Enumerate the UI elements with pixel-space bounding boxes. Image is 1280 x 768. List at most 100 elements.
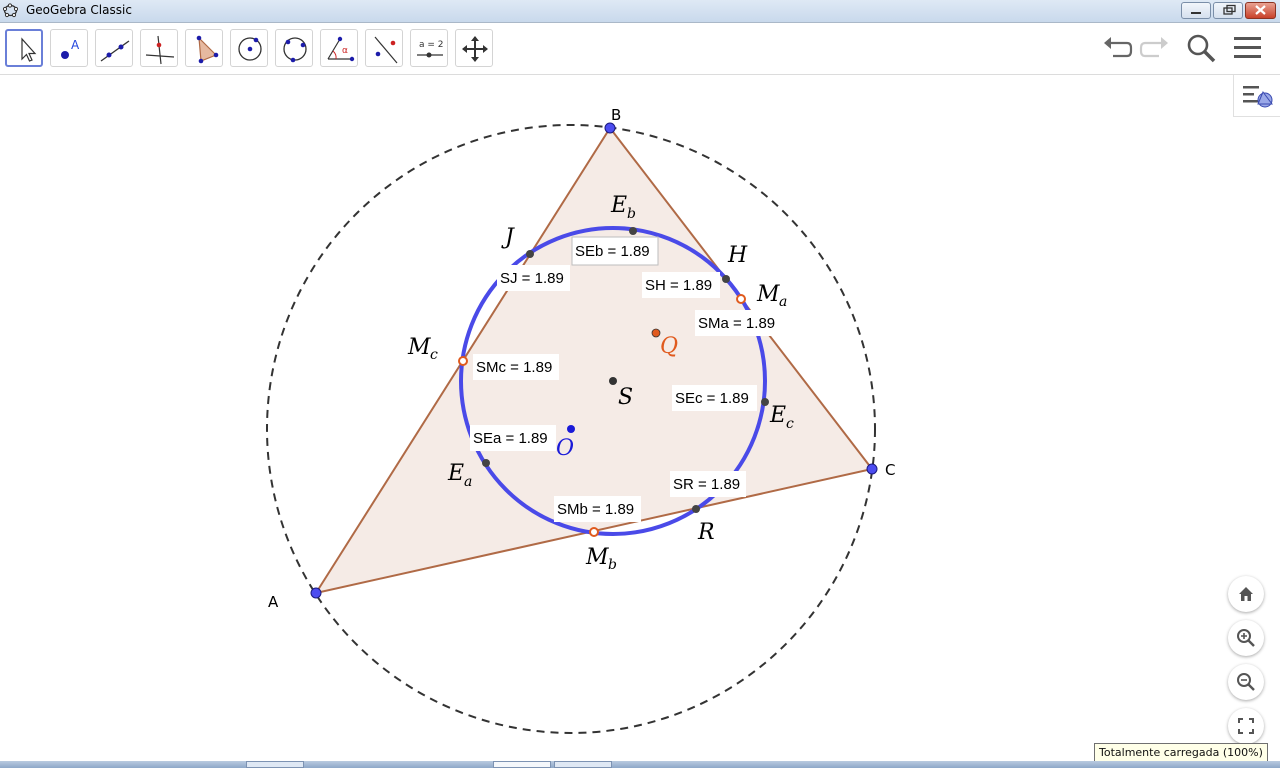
point-Q[interactable] bbox=[651, 328, 661, 338]
zoom-in-icon bbox=[1237, 629, 1255, 647]
label-SMb: SMb = 1.89 bbox=[554, 496, 641, 522]
label-A: A bbox=[268, 593, 279, 611]
label-Mb: M b bbox=[585, 545, 617, 573]
geogebra-app-icon bbox=[3, 3, 18, 18]
label-SEa: SEa = 1.89 bbox=[470, 425, 556, 451]
home-button[interactable] bbox=[1228, 576, 1264, 612]
point-tool[interactable]: A bbox=[50, 29, 88, 67]
redo-icon[interactable] bbox=[1139, 33, 1171, 63]
label-SMa: SMa = 1.89 bbox=[695, 310, 783, 336]
style-bar-toggle[interactable] bbox=[1233, 75, 1280, 117]
svg-text:a: a bbox=[779, 294, 787, 310]
triangle-abc[interactable] bbox=[313, 126, 874, 595]
svg-text:c: c bbox=[786, 416, 794, 432]
svg-text:SEa = 1.89: SEa = 1.89 bbox=[473, 430, 548, 447]
point-O[interactable] bbox=[567, 425, 575, 433]
svg-text:c: c bbox=[430, 347, 438, 363]
perpendicular-tool[interactable] bbox=[140, 29, 178, 67]
close-icon bbox=[1255, 5, 1266, 15]
label-O: O bbox=[556, 436, 574, 461]
line-icon bbox=[100, 40, 130, 62]
point-Ec[interactable] bbox=[761, 398, 769, 406]
slider-tool[interactable]: a = 2 bbox=[410, 29, 448, 67]
fullscreen-button[interactable] bbox=[1228, 708, 1264, 744]
point-Mb[interactable] bbox=[589, 527, 599, 537]
label-S: S bbox=[618, 385, 633, 410]
move-tool[interactable] bbox=[5, 29, 43, 67]
svg-text:a = 2: a = 2 bbox=[419, 40, 444, 50]
svg-text:SMa = 1.89: SMa = 1.89 bbox=[698, 315, 775, 332]
os-taskbar bbox=[0, 761, 1280, 768]
title-bar: GeoGebra Classic bbox=[0, 0, 1280, 23]
undo-icon[interactable] bbox=[1101, 33, 1133, 63]
svg-text:SMb = 1.89: SMb = 1.89 bbox=[557, 501, 634, 518]
svg-text:SEc = 1.89: SEc = 1.89 bbox=[675, 390, 749, 407]
angle-tool[interactable]: α bbox=[320, 29, 358, 67]
minimize-icon bbox=[1191, 12, 1201, 14]
arrow-cursor-icon bbox=[21, 37, 37, 62]
point-H[interactable] bbox=[722, 275, 730, 283]
fullscreen-icon bbox=[1238, 718, 1254, 734]
svg-text:SR = 1.89: SR = 1.89 bbox=[673, 476, 740, 493]
svg-text:α: α bbox=[342, 46, 348, 56]
svg-text:SJ = 1.89: SJ = 1.89 bbox=[500, 270, 564, 287]
circle-icon bbox=[238, 37, 262, 61]
angle-icon: α bbox=[327, 36, 355, 62]
point-Mc[interactable] bbox=[458, 356, 468, 366]
svg-text:SEb = 1.89: SEb = 1.89 bbox=[575, 243, 650, 260]
close-button[interactable] bbox=[1245, 2, 1276, 19]
svg-text:E: E bbox=[769, 403, 786, 428]
home-icon bbox=[1239, 587, 1253, 601]
label-C: C bbox=[885, 461, 895, 479]
point-J[interactable] bbox=[526, 250, 534, 258]
restore-icon bbox=[1223, 4, 1236, 15]
taskbar-item[interactable] bbox=[246, 761, 304, 768]
point-B[interactable] bbox=[604, 122, 616, 134]
svg-text:SMc = 1.89: SMc = 1.89 bbox=[476, 359, 552, 376]
label-SEc: SEc = 1.89 bbox=[672, 385, 757, 411]
circle-three-points-tool[interactable] bbox=[275, 29, 313, 67]
move-graphics-tool[interactable] bbox=[455, 29, 493, 67]
circle-center-point-tool[interactable] bbox=[230, 29, 268, 67]
label-Q: Q bbox=[660, 334, 678, 359]
loading-status-tooltip: Totalmente carregada (100%) bbox=[1094, 743, 1268, 762]
svg-text:M: M bbox=[756, 282, 780, 307]
point-R[interactable] bbox=[692, 505, 700, 513]
label-B: B bbox=[611, 106, 621, 124]
point-Eb[interactable] bbox=[629, 227, 637, 235]
polygon-tool[interactable] bbox=[185, 29, 223, 67]
point-A[interactable] bbox=[310, 587, 322, 599]
line-tool[interactable] bbox=[95, 29, 133, 67]
svg-text:M: M bbox=[585, 545, 609, 570]
point-C[interactable] bbox=[866, 463, 878, 475]
svg-text:A: A bbox=[71, 38, 80, 52]
graphics-view[interactable]: SEb = 1.89 SJ = 1.89 SH = 1.89 SMa = 1.8… bbox=[0, 75, 1280, 761]
label-Mc: M c bbox=[407, 335, 438, 363]
point-Ma[interactable] bbox=[736, 294, 746, 304]
zoom-out-button[interactable] bbox=[1228, 664, 1264, 700]
taskbar-item[interactable] bbox=[554, 761, 612, 768]
label-R: R bbox=[697, 520, 715, 545]
svg-text:E: E bbox=[610, 193, 627, 218]
svg-text:M: M bbox=[407, 335, 431, 360]
search-icon[interactable] bbox=[1185, 33, 1217, 63]
slider-icon: a = 2 bbox=[417, 40, 444, 58]
point-Ea[interactable] bbox=[482, 459, 490, 467]
style-bar-icon bbox=[1243, 86, 1273, 108]
svg-text:b: b bbox=[608, 557, 617, 573]
label-SJ: SJ = 1.89 bbox=[497, 265, 570, 291]
svg-text:SH = 1.89: SH = 1.89 bbox=[645, 277, 712, 294]
menu-hamburger-icon[interactable] bbox=[1233, 33, 1263, 63]
minimize-button[interactable] bbox=[1181, 2, 1211, 19]
zoom-in-button[interactable] bbox=[1228, 620, 1264, 656]
label-J: J bbox=[501, 225, 515, 250]
move-graphics-icon bbox=[462, 36, 488, 62]
taskbar-item-active[interactable] bbox=[493, 761, 551, 768]
reflect-tool[interactable] bbox=[365, 29, 403, 67]
toolbar: A α a = 2 bbox=[0, 23, 1280, 75]
label-SMc: SMc = 1.89 bbox=[473, 354, 559, 380]
label-SH: SH = 1.89 bbox=[642, 272, 720, 298]
restore-button[interactable] bbox=[1213, 2, 1243, 19]
point-S[interactable] bbox=[609, 377, 617, 385]
window-title: GeoGebra Classic bbox=[26, 3, 132, 17]
